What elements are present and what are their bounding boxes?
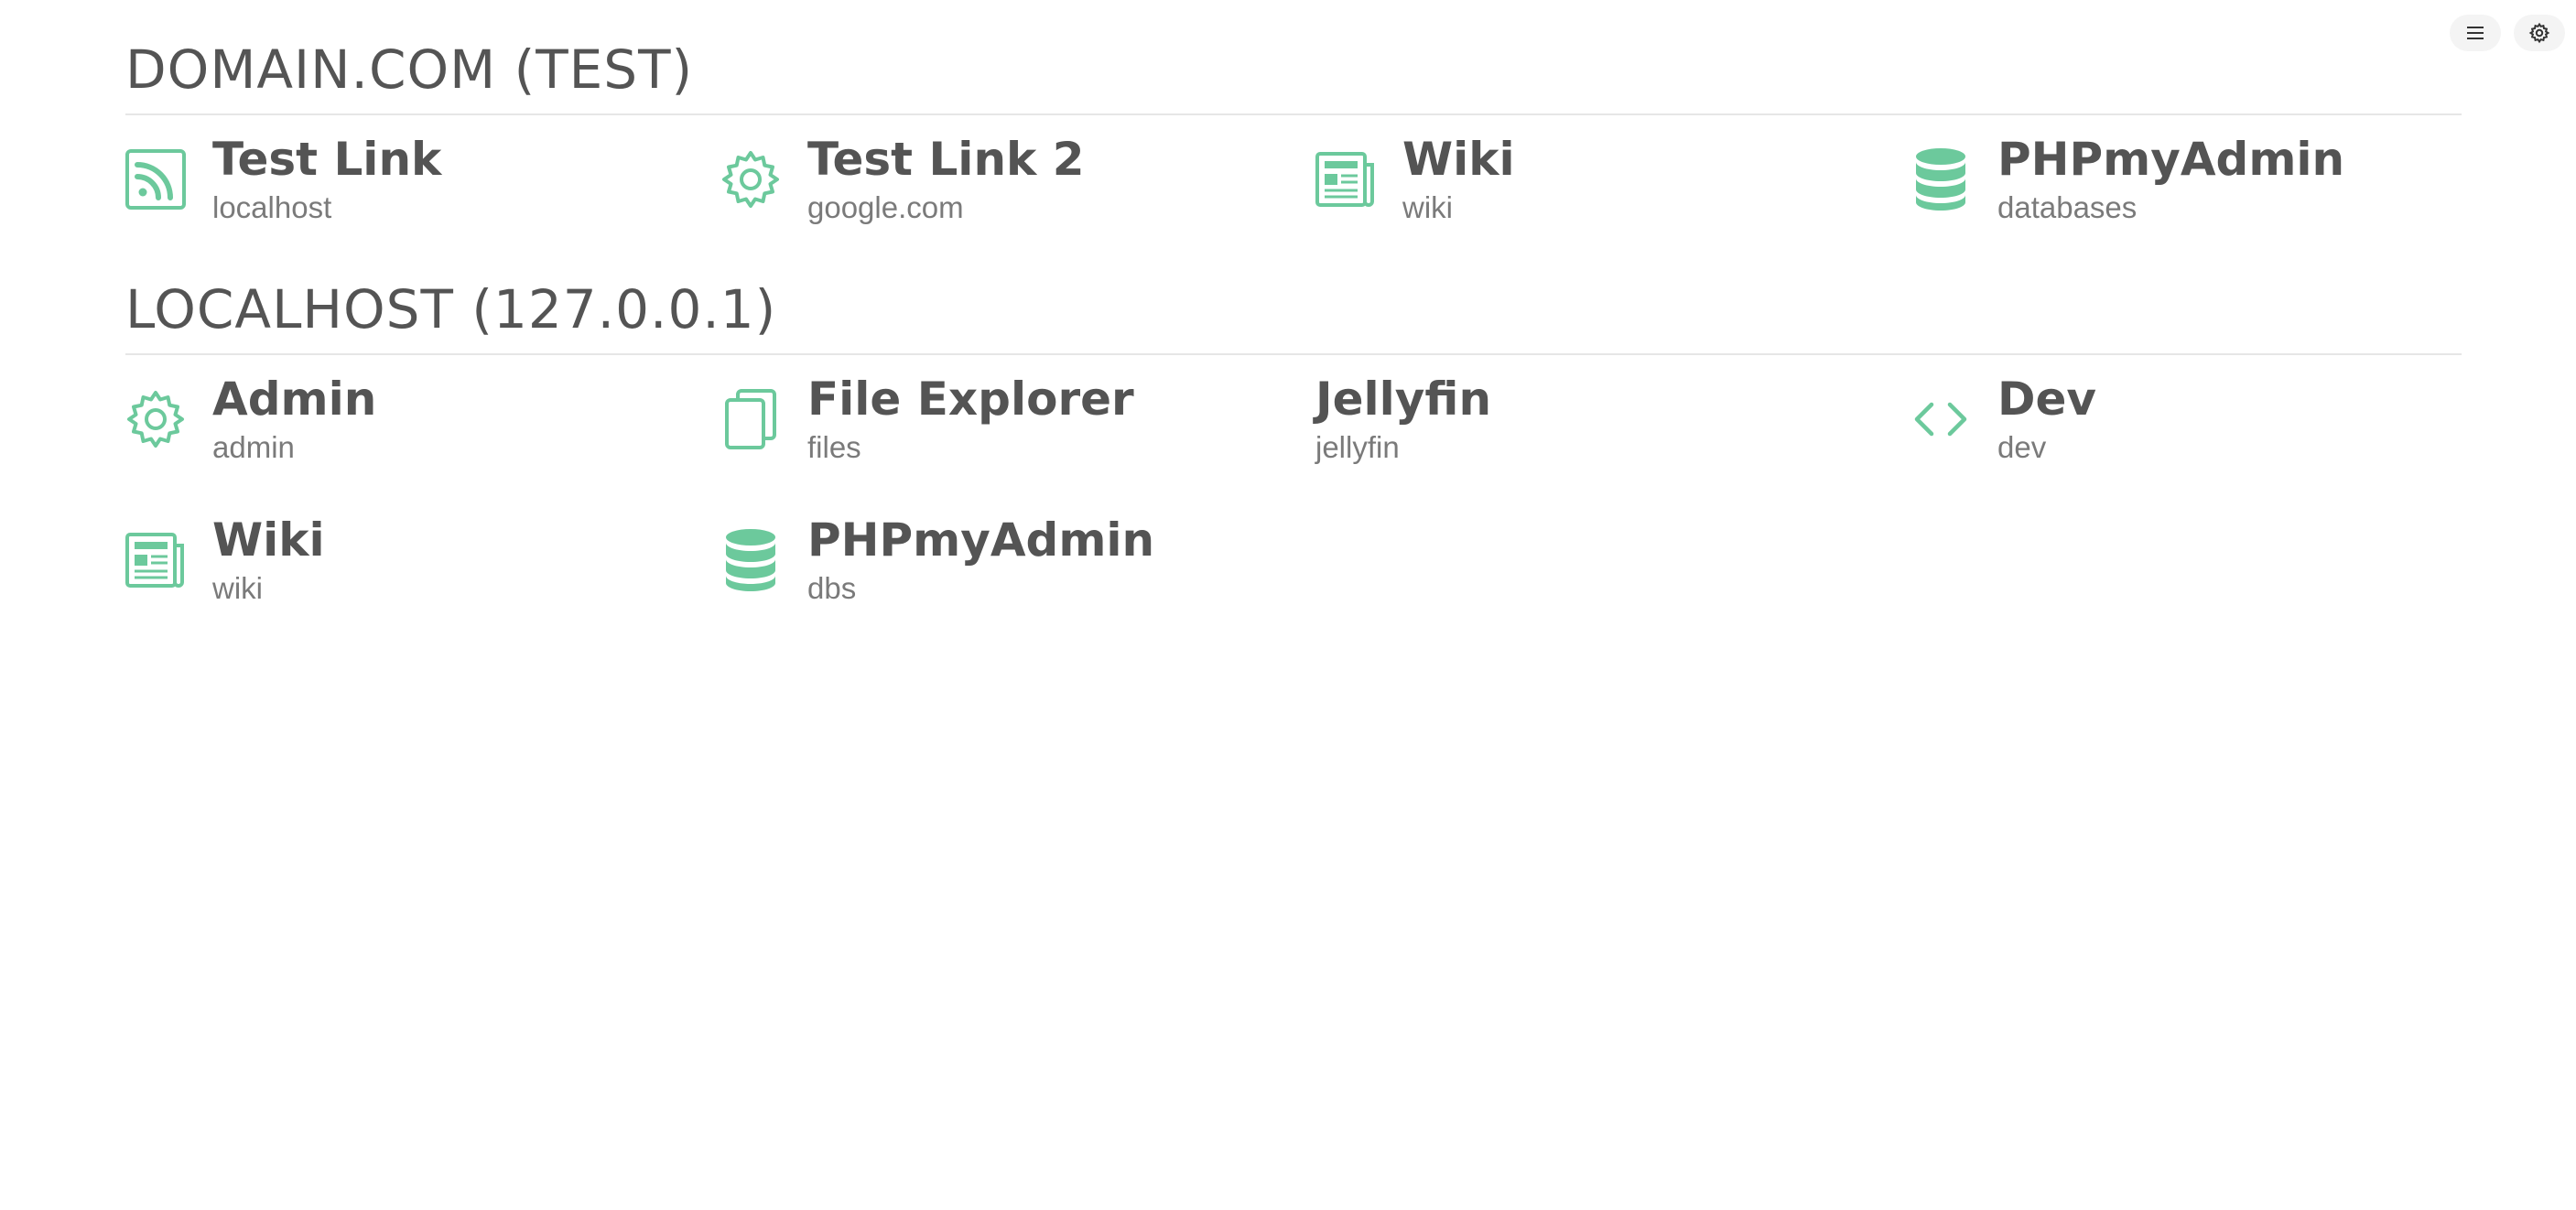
service-text: PHPmyAdmin databases (1997, 130, 2344, 227)
service-title: PHPmyAdmin (807, 513, 1155, 567)
service-link[interactable]: Wiki wiki (125, 511, 720, 610)
service-title: Admin (212, 373, 377, 426)
service-title: Test Link (212, 133, 442, 186)
service-group: LOCALHOST (127.0.0.1) Admin admin File Ex… (125, 267, 2462, 610)
service-list: Admin admin File Explorer files Jellyfin jel… (125, 370, 2462, 610)
service-link[interactable]: Test Link 2 google.com (720, 130, 1315, 229)
service-subtitle: google.com (807, 190, 964, 224)
service-text: Admin admin (212, 370, 376, 467)
service-text: Dev dev (1997, 370, 2096, 467)
database-icon (1910, 130, 1971, 229)
service-subtitle: wiki (212, 571, 263, 605)
service-link[interactable]: File Explorer files (720, 370, 1315, 469)
service-text: Test Link localhost (212, 130, 441, 227)
service-list: Test Link localhost Test Link 2 google.com… (125, 130, 2462, 229)
service-text: PHPmyAdmin dbs (807, 511, 1154, 608)
code-icon (1910, 370, 1971, 469)
service-subtitle: localhost (212, 190, 332, 224)
service-link[interactable]: PHPmyAdmin databases (1910, 130, 2506, 229)
group-title: DOMAIN.COM (TEST) (125, 27, 2462, 115)
files-icon (720, 370, 781, 469)
service-text: Test Link 2 google.com (807, 130, 1085, 227)
service-subtitle: databases (1997, 190, 2138, 224)
service-subtitle: dev (1997, 430, 2047, 464)
service-link[interactable]: Wiki wiki (1315, 130, 1910, 229)
service-title: Test Link 2 (807, 133, 1085, 186)
service-link[interactable]: Test Link localhost (125, 130, 720, 229)
service-subtitle: dbs (807, 571, 857, 605)
service-subtitle: jellyfin (1315, 430, 1400, 464)
gear-icon (125, 370, 186, 469)
service-link[interactable]: PHPmyAdmin dbs (720, 511, 1315, 610)
settings-button[interactable] (2514, 15, 2565, 51)
top-toolbar (2450, 15, 2565, 51)
main-content: DOMAIN.COM (TEST) Test Link localhost Tes… (125, 27, 2462, 648)
service-title: Jellyfin (1315, 373, 1492, 426)
service-link[interactable]: Admin admin (125, 370, 720, 469)
service-subtitle: wiki (1402, 190, 1453, 224)
service-title: File Explorer (807, 373, 1134, 426)
service-title: Wiki (1402, 133, 1515, 186)
service-title: PHPmyAdmin (1997, 133, 2345, 186)
hamburger-menu-icon (2467, 27, 2484, 39)
service-text: Wiki wiki (1402, 130, 1515, 227)
service-text: File Explorer files (807, 370, 1134, 467)
newspaper-icon (1315, 130, 1376, 229)
service-text: Wiki wiki (212, 511, 325, 608)
dashboard-page: DOMAIN.COM (TEST) Test Link localhost Tes… (0, 0, 2576, 1210)
newspaper-icon (125, 511, 186, 610)
service-text: Jellyfin jellyfin (1315, 370, 1491, 467)
service-subtitle: files (807, 430, 861, 464)
service-group: DOMAIN.COM (TEST) Test Link localhost Tes… (125, 27, 2462, 229)
rss-icon (125, 130, 186, 229)
database-icon (720, 511, 781, 610)
gear-icon (720, 130, 781, 229)
service-subtitle: admin (212, 430, 295, 464)
gear-icon (2528, 22, 2550, 44)
service-title: Wiki (212, 513, 325, 567)
service-title: Dev (1997, 373, 2097, 426)
service-link[interactable]: Dev dev (1910, 370, 2506, 469)
group-title: LOCALHOST (127.0.0.1) (125, 267, 2462, 355)
service-link[interactable]: Jellyfin jellyfin (1315, 370, 1910, 469)
